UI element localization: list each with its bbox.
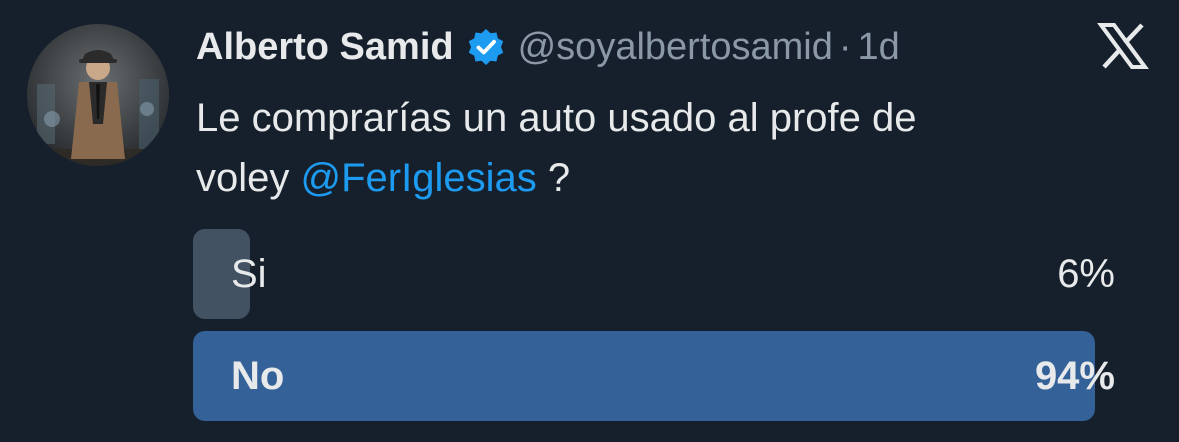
avatar-photo — [27, 24, 169, 166]
poll-option-si: Si 6% — [193, 229, 1115, 319]
tweet-text-line2: voley @FerIglesias ? — [196, 148, 1096, 208]
x-logo-icon — [1097, 22, 1149, 70]
poll-option-label: No — [231, 354, 285, 398]
poll-option-label: Si — [231, 252, 267, 296]
poll-bar-no — [193, 331, 1095, 421]
separator-dot: · — [838, 25, 852, 68]
poll-option-percent: 94% — [1034, 354, 1115, 398]
avatar[interactable] — [27, 24, 169, 166]
author-name[interactable]: Alberto Samid — [196, 26, 454, 69]
tweet-text-suffix: ? — [536, 156, 571, 200]
mention-link[interactable]: @FerIglesias — [301, 156, 537, 200]
poll-option-percent: 6% — [1057, 252, 1115, 296]
tweet-text-line1: Le comprarías un auto usado al profe de — [196, 96, 917, 140]
tweet-text-prefix: voley — [196, 156, 301, 200]
author-handle[interactable]: @soyalbertosamid — [518, 26, 833, 69]
tweet-time[interactable]: 1d — [858, 26, 900, 69]
tweet-header: Alberto Samid @soyalbertosamid · 1d — [196, 22, 900, 72]
tweet-text: Le comprarías un auto usado al profe de … — [196, 88, 1096, 208]
poll-option-no: No 94% — [193, 331, 1115, 421]
verified-badge-icon — [466, 27, 506, 67]
